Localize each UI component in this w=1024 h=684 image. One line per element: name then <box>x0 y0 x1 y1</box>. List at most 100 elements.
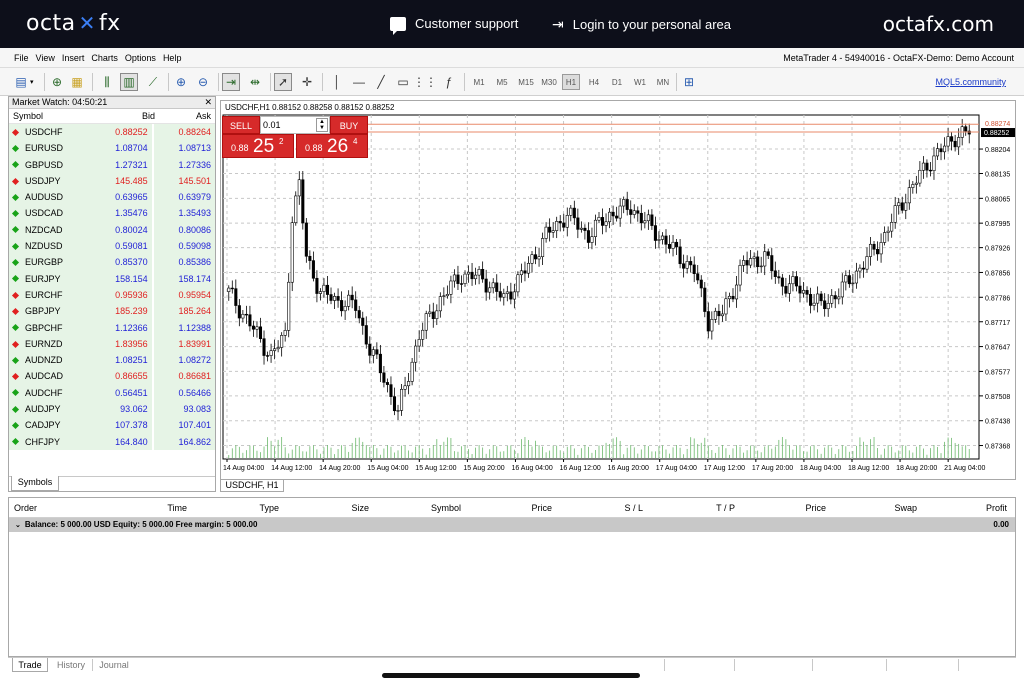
column-tp-7[interactable]: T / P <box>716 498 735 518</box>
market-watch-row[interactable]: CHFJPY 164.840 164.862 <box>9 433 215 450</box>
menu-file[interactable]: File <box>14 53 29 63</box>
column-bid[interactable]: Bid <box>99 109 157 123</box>
buy-price-prefix: 0.88 <box>305 143 323 153</box>
close-icon[interactable]: ✕ <box>204 97 212 108</box>
bid-price: 93.062 <box>90 401 152 418</box>
column-profit-10[interactable]: Profit <box>986 498 1007 518</box>
lot-stepper[interactable]: ▲ ▼ <box>316 118 328 132</box>
market-watch-row[interactable]: EURUSD 1.08704 1.08713 <box>9 140 215 157</box>
column-time-1[interactable]: Time <box>167 498 187 518</box>
window-tile-button[interactable]: ⊞ <box>680 72 698 92</box>
balance-row[interactable]: ⌄ Balance: 5 000.00 USD Equity: 5 000.00 … <box>9 518 1015 532</box>
menu-insert[interactable]: Insert <box>62 53 85 63</box>
timeframe-mn[interactable]: MN <box>654 74 672 90</box>
market-watch-row[interactable]: EURGBP 0.85370 0.85386 <box>9 254 215 271</box>
market-watch-row[interactable]: EURCHF 0.95936 0.95954 <box>9 286 215 304</box>
candle-bull <box>488 287 492 293</box>
auto-scroll-button[interactable]: ⇥ <box>222 72 240 92</box>
timeframe-m5[interactable]: M5 <box>493 74 511 90</box>
market-watch-row[interactable]: EURNZD 1.83956 1.83991 <box>9 335 215 353</box>
octafx-logo[interactable]: octa ✕ fx <box>26 11 121 36</box>
column-price-8[interactable]: Price <box>805 498 826 518</box>
octafx-site-logo[interactable]: octafx.com <box>883 12 994 36</box>
market-watch-row[interactable]: GBPCHF 1.12366 1.12388 <box>9 319 215 336</box>
bar-chart-button[interactable]: ⫼ <box>98 72 116 92</box>
timeframe-d1[interactable]: D1 <box>608 74 626 90</box>
tab-symbols[interactable]: Symbols <box>11 476 59 491</box>
column-type-2[interactable]: Type <box>259 498 279 518</box>
candlestick-button[interactable]: ▥ <box>120 72 138 92</box>
buy-quote-button[interactable]: 0.88 26 4 <box>296 134 368 158</box>
candle-bear <box>470 271 474 280</box>
new-chart-button[interactable]: ▤ ▾ <box>12 72 33 92</box>
column-symbol[interactable]: Symbol <box>9 109 99 123</box>
candle-bull <box>597 217 601 221</box>
menu-options[interactable]: Options <box>125 53 156 63</box>
candle-bear <box>562 222 566 228</box>
sell-button[interactable]: SELL <box>222 116 260 134</box>
symbol-cell: GBPCHF <box>9 319 91 336</box>
timeframe-h1[interactable]: H1 <box>562 74 580 90</box>
market-watch-row[interactable]: GBPJPY 185.239 185.264 <box>9 303 215 320</box>
candle-bear <box>629 209 633 215</box>
column-symbol-4[interactable]: Symbol <box>431 498 461 518</box>
time-label: 17 Aug 20:00 <box>752 465 793 472</box>
column-price-5[interactable]: Price <box>531 498 552 518</box>
cursor-button[interactable]: ➚ <box>274 72 292 92</box>
mql5-community-link[interactable]: MQL5.community <box>935 77 1006 87</box>
candle-bear <box>378 353 382 374</box>
menu-help[interactable]: Help <box>163 53 182 63</box>
candle-bull <box>410 361 414 382</box>
tab-journal[interactable]: Journal <box>96 658 132 672</box>
buy-button[interactable]: BUY <box>330 116 368 134</box>
lot-size-input[interactable] <box>263 118 315 132</box>
market-watch-row[interactable]: NZDCAD 0.80024 0.80086 <box>9 221 215 239</box>
menu-charts[interactable]: Charts <box>91 53 118 63</box>
column-ask[interactable]: Ask <box>157 109 215 123</box>
zoom-out-button[interactable]: ⊖ <box>194 72 212 92</box>
vertical-line-button[interactable]: │ <box>328 72 346 92</box>
timeframe-m1[interactable]: M1 <box>470 74 488 90</box>
fibonacci-button[interactable]: ⋮⋮ <box>413 72 437 92</box>
profiles-button[interactable]: ⊕ <box>48 72 66 92</box>
tab-history[interactable]: History <box>54 658 88 672</box>
sell-quote-button[interactable]: 0.88 25 2 <box>222 134 294 158</box>
line-chart-button[interactable]: ⟋ <box>144 72 162 92</box>
market-watch-row[interactable]: AUDCAD 0.86655 0.86681 <box>9 368 215 385</box>
market-watch-row[interactable]: AUDJPY 93.062 93.083 <box>9 401 215 418</box>
market-watch-row[interactable]: AUDNZD 1.08251 1.08272 <box>9 352 215 369</box>
market-watch-row[interactable]: NZDUSD 0.59081 0.59098 <box>9 238 215 255</box>
chart-canvas[interactable]: 0.88204 0.88135 0.88065 0.87995 0.87926 0.878… <box>221 101 1017 481</box>
timeframe-w1[interactable]: W1 <box>631 74 649 90</box>
market-watch-button[interactable]: ▦ <box>68 72 86 92</box>
tab-usdchf-h1[interactable]: USDCHF, H1 <box>220 480 284 492</box>
column-swap-9[interactable]: Swap <box>894 498 917 518</box>
crosshair-button[interactable]: ✛ <box>298 72 316 92</box>
indicators-button[interactable]: ƒ <box>440 72 458 92</box>
candle-bull <box>569 207 573 216</box>
customer-support-link[interactable]: Customer support <box>390 16 518 35</box>
timeframe-m30[interactable]: M30 <box>539 74 559 90</box>
market-watch-row[interactable]: USDJPY 145.485 145.501 <box>9 172 215 190</box>
text-label-button[interactable]: ▭ <box>394 72 412 92</box>
login-link[interactable]: ⇥ Login to your personal area <box>552 16 731 33</box>
market-watch-row[interactable]: USDCHF 0.88252 0.88264 <box>9 124 215 141</box>
menu-view[interactable]: View <box>36 53 55 63</box>
market-watch-row[interactable]: AUDUSD 0.63965 0.63979 <box>9 189 215 206</box>
trendline-button[interactable]: ╱ <box>372 72 390 92</box>
timeframe-h4[interactable]: H4 <box>585 74 603 90</box>
timeframe-m15[interactable]: M15 <box>516 74 536 90</box>
market-watch-row[interactable]: AUDCHF 0.56451 0.56466 <box>9 384 215 402</box>
market-watch-row[interactable]: CADJPY 107.378 107.401 <box>9 417 215 434</box>
column-order-0[interactable]: Order <box>14 498 37 518</box>
market-watch-row[interactable]: USDCAD 1.35476 1.35493 <box>9 205 215 222</box>
horizontal-line-button[interactable]: — <box>350 72 368 92</box>
tab-trade[interactable]: Trade <box>12 658 48 672</box>
market-watch-header: Market Watch: 04:50:21 ✕ <box>9 97 215 109</box>
market-watch-row[interactable]: GBPUSD 1.27321 1.27336 <box>9 156 215 173</box>
market-watch-row[interactable]: EURJPY 158.154 158.174 <box>9 270 215 287</box>
chart-shift-button[interactable]: ⇹ <box>246 72 264 92</box>
column-sl-6[interactable]: S / L <box>624 498 643 518</box>
zoom-in-button[interactable]: ⊕ <box>172 72 190 92</box>
column-size-3[interactable]: Size <box>351 498 369 518</box>
